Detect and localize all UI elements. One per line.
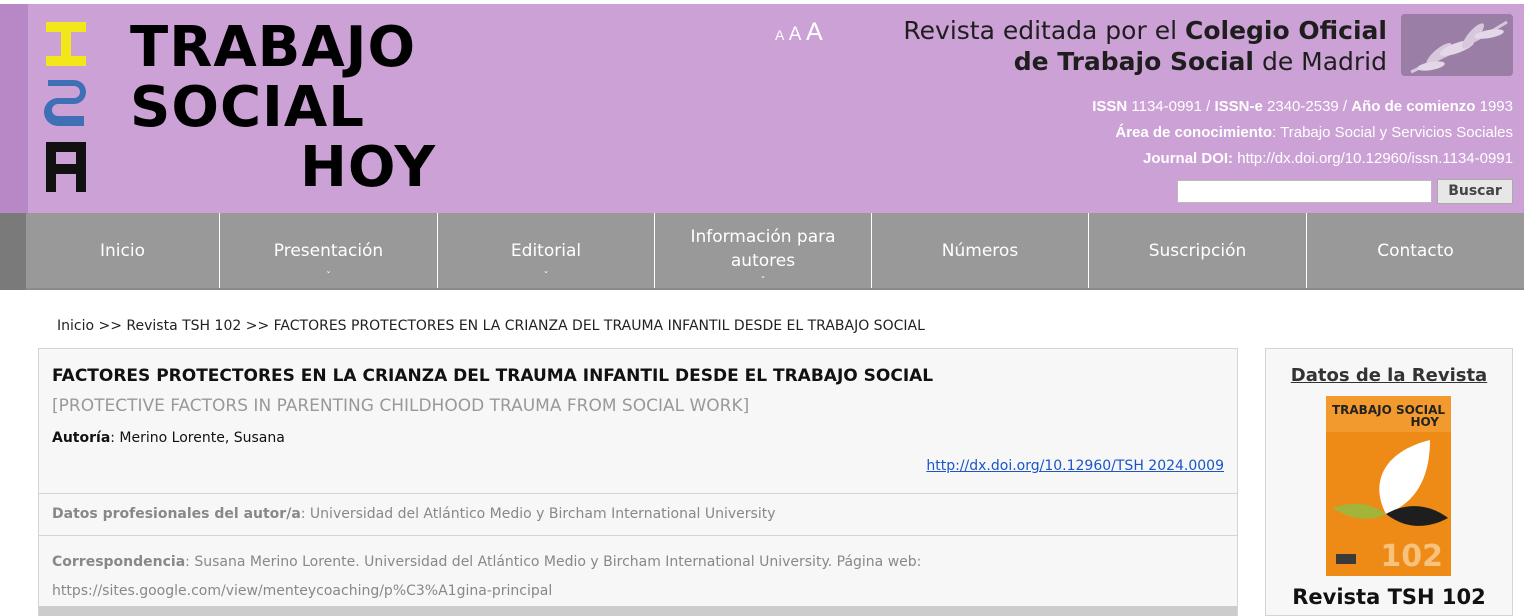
main-nav: Inicio Presentación ˇ Editorial ˇ Inform… [26,213,1524,290]
breadcrumb-separator: >> [241,318,274,334]
cover-title: TRABAJO SOCIAL HOY [1326,404,1451,428]
logo-word-social: SOCIAL [130,75,365,140]
site-header: TRABAJO SOCIAL HOY A A A Revista editada… [0,0,1524,213]
professional-data-text: Datos profesionales del autor/a: Univers… [52,506,776,522]
professional-data-label: Datos profesionales del autor/a [52,506,301,522]
correspondence-section: Correspondencia: Susana Merino Lorente. … [39,536,1237,606]
font-size-medium-button[interactable]: A [789,24,802,45]
nav-item-label: Números [941,240,1019,261]
year-value: 1993 [1475,98,1513,115]
breadcrumb-separator: >> [94,318,127,334]
logo-word-hoy: HOY [300,135,437,200]
sidebar-issue-caption: Revista TSH 102 [1292,585,1486,609]
nav-item-editorial[interactable]: Editorial ˇ [438,213,655,288]
cover-title-line2: HOY [1410,415,1439,429]
logo-tsh-vertical [44,22,86,192]
search-button[interactable]: Buscar [1437,179,1513,204]
search-input[interactable] [1177,180,1432,203]
article-title: FACTORES PROTECTORES EN LA CRIANZA DEL T… [52,366,934,386]
professional-data-value: : Universidad del Atlántico Medio y Birc… [300,506,776,522]
area-value: : Trabajo Social y Servicios Sociales [1272,124,1513,141]
sidebar-title-link[interactable]: Datos de la Revista [1266,365,1512,386]
nav-item-label: Información para autores [690,226,836,271]
author-professional-data: Datos profesionales del autor/a: Univers… [39,494,1237,536]
font-size-large-button[interactable]: A [806,18,823,46]
issn-value: 1134-0991 / [1127,98,1215,115]
nav-item-label: Editorial [510,240,582,261]
article-author: Autoría: Merino Lorente, Susana [52,430,285,446]
journal-doi-line: Journal DOI: http://dx.doi.org/10.12960/… [913,150,1513,167]
header-left-strip [0,4,28,213]
nav-item-contacto[interactable]: Contacto [1307,213,1524,288]
issne-label: ISSN-e [1214,98,1263,115]
sidebar-journal-data: Datos de la Revista TRABAJO SOCIAL HOY 1… [1265,348,1513,616]
chevron-down-icon: ˇ [326,271,331,282]
site-logo[interactable]: TRABAJO SOCIAL HOY [44,18,444,200]
issue-cover-image[interactable]: TRABAJO SOCIAL HOY 102 [1326,396,1451,576]
publisher-suffix: de Madrid [1254,47,1387,76]
issne-value: 2340-2539 / [1262,98,1352,115]
font-size-small-button[interactable]: A [775,27,784,43]
olive-branch-graphic [1401,14,1513,76]
nav-item-label: Presentación [273,240,384,261]
nav-item-label: Inicio [100,240,145,261]
nav-item-presentacion[interactable]: Presentación ˇ [220,213,438,288]
issn-line: ISSN 1134-0991 / ISSN-e 2340-2539 / Año … [913,98,1513,115]
logo-word-trabajo: TRABAJO [130,15,417,80]
author-label: Autoría [52,430,111,446]
nav-left-strip [0,213,26,290]
breadcrumb: Inicio >> Revista TSH 102 >> FACTORES PR… [57,318,925,334]
journal-doi-label: Journal DOI: [1143,150,1234,167]
font-size-controls: A A A [775,18,823,47]
chevron-down-icon: ˇ [760,276,766,287]
year-label: Año de comienzo [1351,98,1476,115]
correspondence-text: Correspondencia: Susana Merino Lorente. … [52,548,1052,606]
article-section-divider [39,606,1237,616]
breadcrumb-issue-link[interactable]: Revista TSH 102 [126,318,241,334]
cover-issue-number: 102 [1380,539,1443,574]
nav-item-label: Contacto [1377,240,1454,261]
nav-item-numeros[interactable]: Números [872,213,1089,288]
olive-branch-icon [1401,14,1513,76]
area-line: Área de conocimiento: Trabajo Social y S… [913,124,1513,141]
article-subtitle: [PROTECTIVE FACTORS IN PARENTING CHILDHO… [52,396,750,416]
publisher-statement: Revista editada por el Colegio Oficial d… [867,15,1387,77]
article-panel: FACTORES PROTECTORES EN LA CRIANZA DEL T… [38,348,1238,616]
chevron-down-icon: ˇ [543,271,549,282]
issn-label: ISSN [1092,98,1128,115]
breadcrumb-home-link[interactable]: Inicio [57,318,94,334]
nav-item-inicio[interactable]: Inicio [26,213,220,288]
publisher-prefix: Revista editada por el [903,16,1185,45]
nav-item-label: Suscripción [1148,240,1247,261]
article-header: FACTORES PROTECTORES EN LA CRIANZA DEL T… [39,349,1237,494]
nav-item-suscripcion[interactable]: Suscripción [1089,213,1307,288]
article-doi-link[interactable]: http://dx.doi.org/10.12960/TSH 2024.0009 [926,458,1224,474]
author-value: : Merino Lorente, Susana [110,430,285,446]
correspondence-label: Correspondencia [52,554,186,570]
nav-item-informacion-autores[interactable]: Información para autores ˇ [655,213,872,288]
journal-doi-value: http://dx.doi.org/10.12960/issn.1134-099… [1233,150,1513,167]
area-label: Área de conocimiento [1115,124,1273,141]
breadcrumb-current: FACTORES PROTECTORES EN LA CRIANZA DEL T… [273,318,925,334]
